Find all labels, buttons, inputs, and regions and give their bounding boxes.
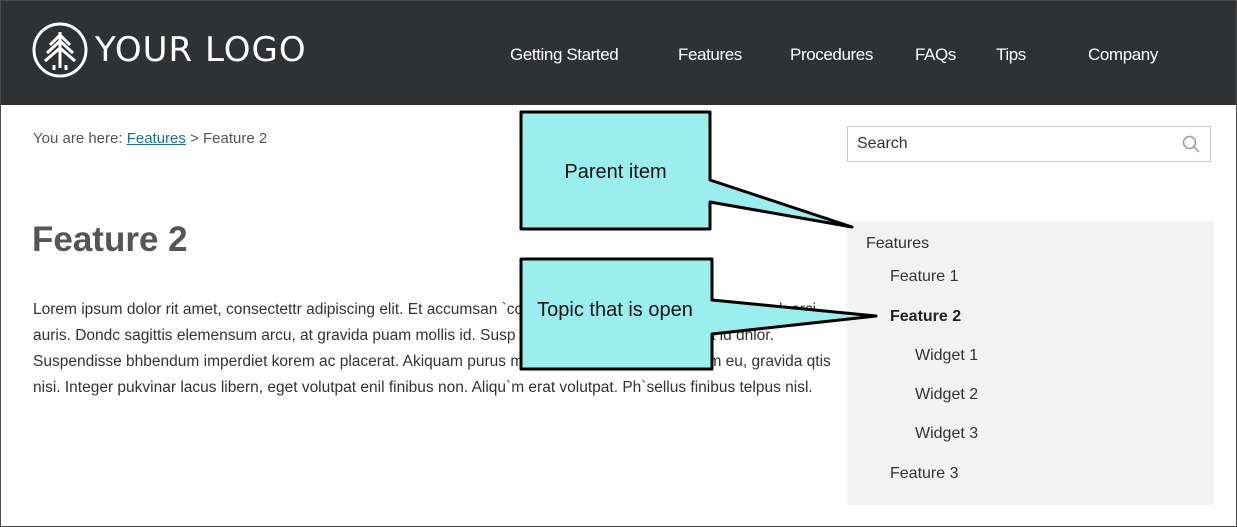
sidenav-item-features[interactable]: Features [866, 235, 929, 253]
breadcrumb-prefix: You are here: [33, 130, 127, 147]
search-box [847, 126, 1211, 162]
breadcrumb-current: Feature 2 [203, 130, 268, 147]
nav-tips[interactable]: Tips [996, 45, 1026, 65]
callout-parent-item-label: Parent item [564, 161, 667, 183]
body-paragraph: Lorem ipsum dolor rit amet, consectettr … [33, 301, 831, 396]
sidenav-item-feature-3[interactable]: Feature 3 [890, 465, 958, 483]
callout-topic-open-label: Topic that is open [537, 299, 693, 321]
nav-procedures[interactable]: Procedures [790, 45, 873, 65]
sidenav-item-widget-1[interactable]: Widget 1 [915, 347, 978, 365]
search-icon[interactable] [1182, 135, 1200, 153]
page-frame: YOUR LOGO Getting Started Features Proce… [0, 0, 1237, 527]
nav-faqs[interactable]: FAQs [915, 45, 956, 65]
breadcrumb-separator: > [185, 130, 203, 147]
site-header: YOUR LOGO Getting Started Features Proce… [1, 1, 1236, 105]
sidenav-item-feature-1[interactable]: Feature 1 [890, 268, 958, 286]
nav-features[interactable]: Features [678, 45, 742, 65]
nav-company[interactable]: Company [1088, 45, 1158, 65]
breadcrumb-link-features[interactable]: Features [127, 130, 186, 147]
page-title: Feature 2 [32, 220, 188, 259]
side-navigation: Features Feature 1 Feature 2 Widget 1 Wi… [847, 221, 1214, 505]
main-nav: Getting Started Features Procedures FAQs… [1, 45, 1236, 65]
sidenav-item-widget-2[interactable]: Widget 2 [915, 386, 978, 404]
sidenav-item-feature-2[interactable]: Feature 2 [890, 308, 961, 326]
sidenav-item-widget-3[interactable]: Widget 3 [915, 425, 978, 443]
nav-getting-started[interactable]: Getting Started [510, 45, 619, 65]
search-input[interactable] [848, 127, 1177, 161]
breadcrumb: You are here: Features > Feature 2 [33, 130, 267, 147]
